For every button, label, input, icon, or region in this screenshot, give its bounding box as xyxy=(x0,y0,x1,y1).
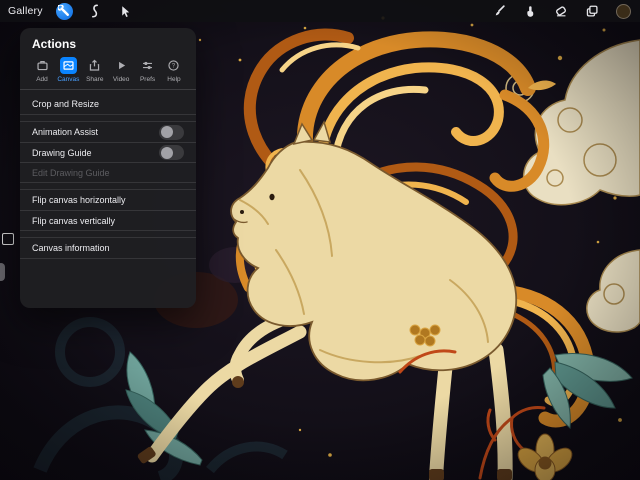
prefs-toggles-icon xyxy=(139,57,156,74)
tab-add[interactable]: Add xyxy=(29,57,55,83)
help-question-icon: ? xyxy=(165,57,182,74)
menu-group-guides: Animation Assist Drawing Guide Edit Draw… xyxy=(20,121,196,183)
color-button[interactable] xyxy=(614,2,632,20)
share-icon xyxy=(86,57,103,74)
menu-group-flip: Flip canvas horizontally Flip canvas ver… xyxy=(20,189,196,231)
svg-text:?: ? xyxy=(172,63,176,70)
actions-panel: Actions Add Canvas Share xyxy=(20,28,196,308)
procreate-app: Gallery xyxy=(0,0,640,480)
menu-item-label: Flip canvas vertically xyxy=(32,216,115,226)
actions-tab-bar: Add Canvas Share Video xyxy=(20,54,196,90)
adjustments-icon xyxy=(88,4,102,18)
sidebar-handle[interactable] xyxy=(0,263,5,281)
smudge-button[interactable] xyxy=(521,2,539,20)
adjustments-button[interactable] xyxy=(86,2,104,20)
animation-assist-toggle[interactable] xyxy=(159,125,184,140)
menu-group-info: Canvas information xyxy=(20,237,196,259)
wrench-icon xyxy=(58,5,71,18)
menu-item-crop-and-resize[interactable]: Crop and Resize xyxy=(20,94,196,114)
actions-button[interactable] xyxy=(56,3,73,20)
panel-title: Actions xyxy=(20,28,196,54)
video-play-icon xyxy=(113,57,130,74)
tab-help[interactable]: ? Help xyxy=(161,57,187,83)
drawing-guide-toggle[interactable] xyxy=(159,145,184,160)
menu-item-label: Crop and Resize xyxy=(32,99,99,109)
menu-item-label: Edit Drawing Guide xyxy=(32,168,110,178)
brush-icon xyxy=(492,4,506,18)
menu-item-canvas-information[interactable]: Canvas information xyxy=(20,238,196,258)
selection-transform-button[interactable] xyxy=(117,2,135,20)
eraser-button[interactable] xyxy=(552,2,570,20)
add-box-icon xyxy=(34,57,51,74)
actions-menu: Crop and Resize Animation Assist Drawing… xyxy=(20,90,196,259)
layers-button[interactable] xyxy=(583,2,601,20)
tab-share[interactable]: Share xyxy=(82,57,108,83)
toggle-knob xyxy=(161,126,173,138)
tab-prefs[interactable]: Prefs xyxy=(135,57,161,83)
brush-button[interactable] xyxy=(490,2,508,20)
gallery-button[interactable]: Gallery xyxy=(8,5,43,17)
cursor-arrow-icon xyxy=(119,5,132,18)
layers-icon xyxy=(585,4,599,18)
menu-item-flip-vertical[interactable]: Flip canvas vertically xyxy=(20,210,196,230)
menu-item-label: Flip canvas horizontally xyxy=(32,195,126,205)
toggle-knob xyxy=(161,147,173,159)
tab-video[interactable]: Video xyxy=(108,57,134,83)
menu-item-label: Drawing Guide xyxy=(32,148,92,158)
menu-item-label: Canvas information xyxy=(32,243,110,253)
smudge-finger-icon xyxy=(523,4,537,18)
sidebar-modify-button[interactable] xyxy=(2,233,14,245)
menu-item-animation-assist[interactable]: Animation Assist xyxy=(20,122,196,142)
tab-canvas[interactable]: Canvas xyxy=(55,57,81,83)
canvas-frame-icon xyxy=(60,57,77,74)
menu-group-crop: Crop and Resize xyxy=(20,94,196,115)
active-color-swatch xyxy=(616,4,631,19)
menu-item-label: Animation Assist xyxy=(32,127,98,137)
menu-item-edit-drawing-guide: Edit Drawing Guide xyxy=(20,162,196,182)
menu-item-drawing-guide[interactable]: Drawing Guide xyxy=(20,142,196,162)
top-toolbar: Gallery xyxy=(0,0,640,22)
menu-item-flip-horizontal[interactable]: Flip canvas horizontally xyxy=(20,190,196,210)
eraser-icon xyxy=(554,4,568,18)
